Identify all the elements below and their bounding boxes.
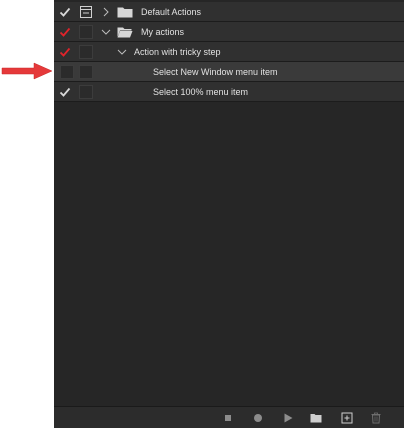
action-row-tricky-step[interactable]: Action with tricky step [54, 42, 404, 62]
toggle-item-checkbox[interactable] [57, 4, 73, 20]
action-set-row-default-actions[interactable]: Default Actions [54, 2, 404, 22]
action-step-row-new-window[interactable]: Select New Window menu item [54, 62, 404, 82]
delete-button[interactable] [368, 410, 384, 426]
folder-icon [310, 414, 322, 423]
action-step-label: Select New Window menu item [153, 67, 278, 77]
dialog-toggle-box[interactable] [79, 85, 93, 99]
action-set-label: My actions [141, 27, 185, 37]
actions-toolbar [54, 406, 404, 428]
stop-icon [225, 415, 231, 421]
play-icon [284, 413, 293, 423]
toggle-item-checkbox[interactable] [57, 84, 73, 100]
check-icon [59, 27, 71, 37]
action-step-row-100-percent[interactable]: Select 100% menu item [54, 82, 404, 102]
dialog-toggle-box[interactable] [79, 45, 93, 59]
stop-button[interactable] [220, 410, 236, 426]
toggle-item-checkbox[interactable] [57, 44, 73, 60]
folder-open-icon [117, 27, 133, 38]
action-label: Action with tricky step [134, 47, 221, 57]
play-button[interactable] [280, 410, 296, 426]
record-button[interactable] [250, 410, 266, 426]
check-icon [59, 87, 71, 97]
dialog-toggle-box[interactable] [79, 65, 93, 79]
annotation-arrow-icon [1, 62, 53, 80]
record-icon [254, 414, 262, 422]
chevron-right-icon[interactable] [101, 7, 111, 17]
check-icon [59, 47, 71, 57]
chevron-down-icon[interactable] [101, 27, 111, 37]
actions-panel: Default Actions My actions Action with t… [54, 0, 404, 428]
toggle-item-checkbox[interactable] [57, 24, 73, 40]
action-set-row-my-actions[interactable]: My actions [54, 22, 404, 42]
new-set-button[interactable] [308, 410, 324, 426]
new-action-button[interactable] [339, 410, 355, 426]
check-icon [59, 7, 71, 17]
dialog-toggle-icon[interactable] [79, 5, 93, 19]
action-set-label: Default Actions [141, 7, 202, 17]
trash-icon [371, 412, 381, 424]
folder-icon [117, 7, 133, 18]
toggle-item-checkbox[interactable] [60, 65, 74, 79]
action-step-label: Select 100% menu item [153, 87, 249, 97]
new-action-icon [341, 412, 353, 424]
dialog-toggle-box[interactable] [79, 25, 93, 39]
chevron-down-icon[interactable] [117, 47, 127, 57]
